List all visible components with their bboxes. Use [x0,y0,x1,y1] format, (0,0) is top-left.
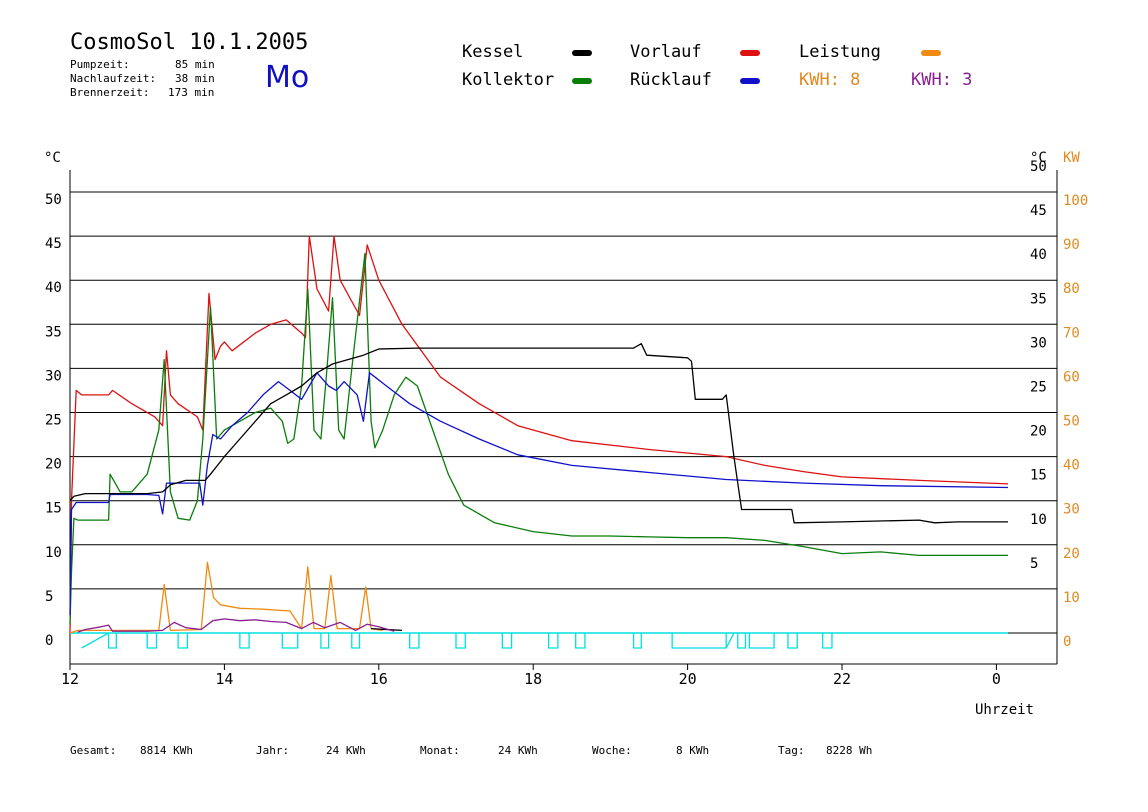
kw-tick-label: 10 [1063,590,1080,606]
y-tick-label-left: 40 [45,280,62,296]
stat-brennerzeit-label: Brennerzeit: [70,86,150,99]
y-axis-unit-right: °C [1030,150,1047,166]
x-tick-label: 16 [370,670,388,688]
legend-kwh-solar: KWH: 8 [799,70,861,90]
kw-tick-label: 70 [1063,325,1080,341]
kw-tick-label: 90 [1063,237,1080,253]
x-tick-label: 20 [679,670,697,688]
y-tick-label-right: 15 [1030,468,1047,484]
y-tick-label-left: 45 [45,236,62,252]
legend-kessel-label: Kessel [462,42,524,62]
y-tick-label-right: 20 [1030,424,1047,440]
status-pulse [501,633,513,649]
y-tick-label-left: 0 [45,633,53,649]
legend-kollektor-label: Kollektor [462,70,555,90]
footer-woche-value: 8 KWh [676,744,710,757]
x-tick-label: 22 [833,670,851,688]
series-line-kollektor [69,253,1008,625]
status-pulse [575,633,586,649]
y-tick-label-right: 45 [1030,203,1047,219]
x-tick-label: 18 [524,670,542,688]
stat-pumpzeit-label: Pumpzeit: [70,58,130,71]
kw-tick-label: 30 [1063,502,1080,518]
y-tick-label-left: 30 [45,368,62,384]
x-axis-label: Uhrzeit [975,702,1034,718]
status-pulse [239,633,250,649]
status-pulse [107,633,117,649]
status-ramp [725,632,735,649]
series-line-kessel [69,343,1008,524]
y-tick-label-right: 25 [1030,380,1047,396]
y-tick-label-left: 25 [45,413,62,429]
status-pulse [351,633,361,649]
chart-canvas: 0 0 5 5 10 10 10 20 15 15 30 20 20 40 25 25 50 30 30 60 35 35… [44,150,1088,718]
legend-ruecklauf-swatch [740,78,760,84]
kw-tick-label: 100 [1063,193,1088,209]
x-tick-label: 14 [215,670,233,688]
y-tick-label-left: 35 [45,324,62,340]
y-tick-label-right: 30 [1030,335,1047,351]
status-pulse [632,633,642,649]
footer-tag-value: 8228 Wh [826,744,873,757]
status-pulse [409,633,420,649]
kw-tick-label: 40 [1063,458,1080,474]
y-tick-label-right: 5 [1030,556,1038,572]
status-pulse [787,633,798,649]
kw-tick-label: 0 [1063,634,1071,650]
stat-nachlaufzeit-value: 38 min [175,72,215,85]
legend-vorlauf-swatch [740,50,760,56]
status-pulse [547,633,559,649]
y-tick-label-right: 40 [1030,247,1047,263]
legend-leistung-swatch [921,50,941,56]
series-line-leistung [69,561,383,634]
legend-leistung-label: Leistung [799,42,881,62]
status-pulse [737,633,747,649]
footer-jahr-value: 24 KWh [326,744,366,757]
stat-nachlaufzeit-label: Nachlaufzeit: [70,72,157,85]
status-pulse [320,633,330,649]
y-tick-label-left: 20 [45,457,62,473]
x-tick-label: 12 [61,670,79,688]
footer-monat-label: Monat: [420,744,460,757]
status-pulse [177,633,188,649]
x-tick-label: 0 [992,670,1001,688]
y-tick-label-left: 10 [45,545,62,561]
y-tick-label-right: 10 [1030,512,1047,528]
status-pulse [146,633,158,649]
status-pulse [748,633,775,649]
footer-monat-value: 24 KWh [498,744,538,757]
kw-tick-label: 60 [1063,369,1080,385]
kw-tick-label: 20 [1063,546,1080,562]
legend-kessel-swatch [572,50,592,56]
status-pulse [455,633,466,649]
legend-ruecklauf-label: Rücklauf [630,70,712,90]
footer-gesamt-label: Gesamt: [70,744,117,757]
legend-kwh-pump: KWH: 3 [911,70,973,90]
status-ramp [81,632,109,649]
footer-woche-label: Woche: [592,744,632,757]
footer-gesamt-value: 8814 KWh [140,744,193,757]
legend-kollektor-swatch [572,78,592,84]
stat-brennerzeit-value: 173 min [168,86,215,99]
kw-tick-label: 80 [1063,281,1080,297]
status-pulse [281,633,299,649]
y-tick-label-left: 15 [45,501,62,517]
y-tick-label-right: 35 [1030,291,1047,307]
footer-jahr-label: Jahr: [256,744,290,757]
weekday-label: Mo [265,60,310,95]
series-line-vorlauf [69,235,1009,634]
chart-title: CosmoSol 10.1.2005 [70,30,309,55]
footer-tag-label: Tag: [778,744,805,757]
kw-axis-unit: KW [1063,150,1080,166]
stat-pumpzeit-value: 85 min [175,58,215,71]
kw-tick-label: 50 [1063,414,1080,430]
status-pulse [671,633,727,649]
y-tick-label-left: 5 [45,589,53,605]
y-tick-label-left: 50 [45,192,62,208]
legend-vorlauf-label: Vorlauf [630,42,702,62]
y-axis-unit-left: °C [44,150,61,166]
status-pulse [822,633,833,649]
